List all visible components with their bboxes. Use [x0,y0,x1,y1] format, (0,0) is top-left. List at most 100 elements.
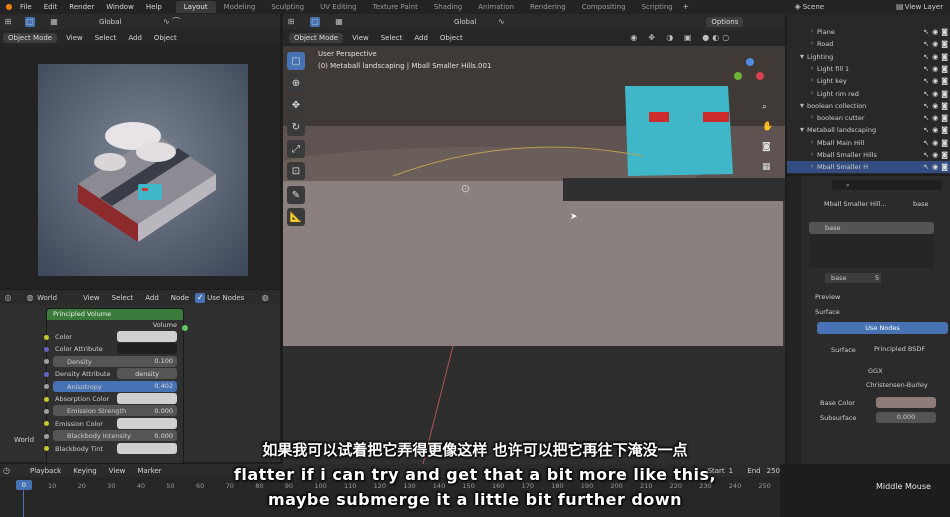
tab-uv-editing[interactable]: UV Editing [312,1,365,13]
node-menu-add[interactable]: Add [139,294,165,302]
distribution-select[interactable]: GGX [864,365,936,377]
viewport-menu-object[interactable]: Object [434,34,469,42]
tab-scripting[interactable]: Scripting [634,1,681,13]
menu-render[interactable]: Render [63,3,100,11]
node-input-row[interactable]: Emission Strength 0.000 [44,405,183,417]
zoom-icon[interactable]: ⌕ [762,102,767,112]
tab-modeling[interactable]: Modeling [216,1,264,13]
node-editor-type-icon[interactable]: ◎ [3,293,13,303]
scene-name[interactable]: Scene [803,3,883,11]
render-camera-icon[interactable]: ◙ [941,77,948,85]
select-toggle-icon[interactable]: ↖ [923,28,929,36]
render-camera-icon[interactable]: ◙ [941,28,948,36]
viewport-options-button[interactable]: Options [706,17,744,27]
select-toggle-icon[interactable]: ↖ [923,65,929,73]
select-toggle-icon[interactable]: ↖ [923,90,929,98]
blender-logo-icon[interactable]: ● [4,2,14,12]
outliner-visibility-icons[interactable]: ↖ ◉ ◙ [923,90,948,98]
outliner-item[interactable]: ◦ Road ↖ ◉ ◙ [787,38,950,50]
render-camera-icon[interactable]: ◙ [941,151,948,159]
menu-edit[interactable]: Edit [38,3,64,11]
node-socket[interactable] [44,421,49,427]
node-menu-view[interactable]: View [77,294,106,302]
node-input-field[interactable] [117,343,177,355]
eye-icon[interactable]: ◉ [932,114,938,122]
magnet-icon[interactable]: ⌒ [171,17,181,27]
node-socket[interactable] [44,334,49,340]
subsurface-method-select[interactable]: Christensen-Burley [864,379,936,391]
outliner-visibility-icons[interactable]: ↖ ◉ ◙ [923,126,948,134]
outliner-visibility-icons[interactable]: ↖ ◉ ◙ [923,28,948,36]
node-input-row[interactable]: Emission Color [44,417,183,430]
base-color-swatch[interactable] [876,397,936,408]
tool-transform-icon[interactable]: ⊡ [287,162,305,180]
shading-rendered-icon[interactable]: ○ [721,33,731,43]
outliner-item[interactable]: ◦ Light key ↖ ◉ ◙ [787,75,950,87]
tab-layout[interactable]: Layout [175,1,216,13]
viewport-editor-icon[interactable]: ⊞ [286,17,296,27]
material-slot[interactable]: base [809,222,934,234]
node-input-row[interactable]: Color [44,331,183,343]
world-shader-icon[interactable]: ◍ [260,293,270,303]
left-menu-select[interactable]: Select [89,34,123,42]
node-input-row[interactable]: Density Attribute density [44,368,183,380]
eye-icon[interactable]: ◉ [932,77,938,85]
eye-icon[interactable]: ◉ [932,90,938,98]
outliner-visibility-icons[interactable]: ↖ ◉ ◙ [923,163,948,171]
outliner-visibility-icons[interactable]: ↖ ◉ ◙ [923,40,948,48]
snap-icon[interactable]: ∿ [161,17,171,27]
viewport-menu-view[interactable]: View [346,34,375,42]
outliner-item[interactable]: ▾ Metaball landscaping ↖ ◉ ◙ [787,124,950,136]
outliner-item[interactable]: ◦ Mball Smaller Hills ↖ ◉ ◙ [787,149,950,161]
select-toggle-icon[interactable]: ↖ [923,139,929,147]
transform-orientation[interactable]: Global [99,18,121,26]
viewport-mode-select[interactable]: Object Mode [289,33,344,43]
render-camera-icon[interactable]: ◙ [941,139,948,147]
panel-surface[interactable]: Surface [815,308,840,316]
eye-icon[interactable]: ◉ [932,126,938,134]
node-socket[interactable] [44,384,49,390]
tool-cursor-icon[interactable]: ⊕ [287,74,305,92]
tab-compositing[interactable]: Compositing [574,1,634,13]
volume-output-socket[interactable] [182,325,188,331]
outliner-item[interactable]: ◦ boolean cutter ↖ ◉ ◙ [787,112,950,124]
select-toggle-icon[interactable]: ↖ [923,151,929,159]
node-title[interactable]: Principled Volume [47,309,183,320]
tool-annotate-icon[interactable]: ✎ [287,186,305,204]
node-socket[interactable] [44,433,49,439]
menu-file[interactable]: File [14,3,38,11]
panel-preview[interactable]: Preview [815,293,840,301]
outliner-visibility-icons[interactable]: ↖ ◉ ◙ [923,102,948,110]
left-menu-add[interactable]: Add [122,34,148,42]
render-camera-icon[interactable]: ◙ [941,90,948,98]
tool-measure-icon[interactable]: 📐 [287,208,305,226]
left-menu-view[interactable]: View [60,34,89,42]
eye-icon[interactable]: ◉ [932,151,938,159]
outliner-item[interactable]: ◦ Mball Main Hill ↖ ◉ ◙ [787,137,950,149]
render-camera-icon[interactable]: ◙ [941,53,948,61]
menu-window[interactable]: Window [100,3,140,11]
outliner-visibility-icons[interactable]: ↖ ◉ ◙ [923,151,948,159]
gizmo-y-axis-icon[interactable] [734,72,742,80]
eye-icon[interactable]: ◉ [932,139,938,147]
select-box-icon[interactable]: ▢ [25,17,35,27]
viewport-snap-icon[interactable]: ∿ [496,17,506,27]
node-world-select[interactable]: World [37,294,77,302]
eye-icon[interactable]: ◉ [932,102,938,110]
shading-solid-icon[interactable]: ● [701,33,711,43]
editor-type-icon[interactable]: ⊞ [3,17,13,27]
node-input-field[interactable]: density [117,368,177,380]
viewport-3d[interactable]: User Perspective (0) Metaball landscapin… [283,46,785,464]
render-camera-icon[interactable]: ◙ [941,163,948,171]
pan-hand-icon[interactable]: ✋ [762,122,773,132]
tab-sculpting[interactable]: Sculpting [263,1,312,13]
outliner-visibility-icons[interactable]: ↖ ◉ ◙ [923,77,948,85]
properties-search-input[interactable]: ⌕ [832,180,942,190]
use-nodes-checkbox[interactable]: ✓ [195,292,206,303]
select-toggle-icon[interactable]: ↖ [923,163,929,171]
outliner-item[interactable]: ▾ Lighting ↖ ◉ ◙ [787,51,950,63]
node-input-row[interactable]: Color Attribute [44,343,183,355]
viewport-menu-select[interactable]: Select [375,34,409,42]
select-toggle-icon[interactable]: ↖ [923,114,929,122]
node-input-row[interactable]: Absorption Color [44,393,183,405]
